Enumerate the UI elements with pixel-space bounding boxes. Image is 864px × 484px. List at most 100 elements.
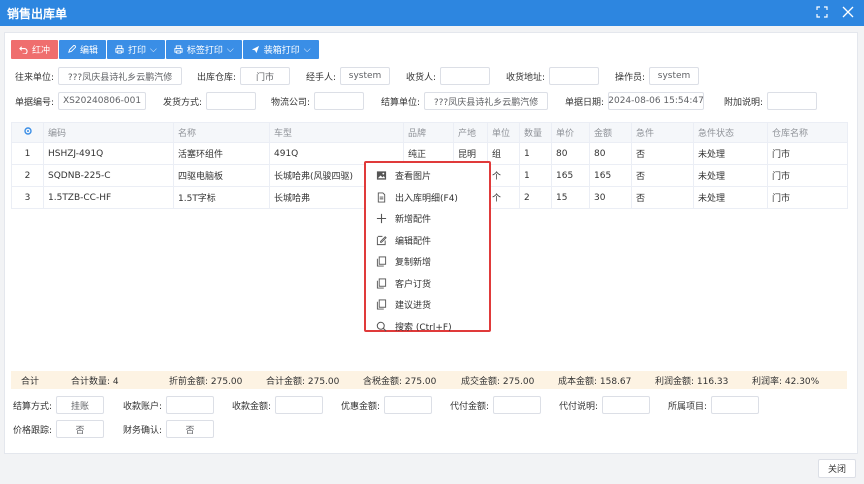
menu-item-label: 建议进货 <box>395 301 432 312</box>
title-bar: 销售出库单 <box>0 0 864 26</box>
menu-item-suggest-purchase[interactable]: 建议进货 <box>366 294 489 316</box>
summary-pre-discount: 折前金额: 275.00 <box>169 376 243 387</box>
settle-method-input[interactable]: 挂账 <box>56 396 105 414</box>
logistics-input[interactable] <box>314 92 365 110</box>
cell: 门市 <box>767 164 848 187</box>
menu-item-edit-part[interactable]: 编辑配件 <box>366 230 489 252</box>
column-header[interactable]: 编码 <box>43 122 174 143</box>
maximize-icon[interactable] <box>816 6 828 18</box>
partner-field: 往来单位: ???凤庆县诗礼乡云鹏汽修 <box>15 67 183 85</box>
menu-item-label: 编辑配件 <box>395 236 432 247</box>
box-print-button[interactable]: 装箱打印 ⌵ <box>242 40 319 59</box>
summary-qty: 合计数量: 4 <box>71 376 119 387</box>
cell: 个 <box>487 164 520 187</box>
close-icon[interactable] <box>842 6 854 18</box>
operator-field: 操作员: system <box>615 67 700 85</box>
proxy-amount-label: 代付金额: <box>450 401 490 412</box>
proxy-note-label: 代付说明: <box>559 401 599 412</box>
column-header[interactable]: 名称 <box>173 122 270 143</box>
menu-item-customer-order[interactable]: 客户订货 <box>366 273 489 295</box>
search-icon <box>376 321 387 332</box>
menu-item-label: 搜索 (Ctrl+F) <box>395 322 452 333</box>
settle-method-label: 结算方式: <box>13 401 53 412</box>
finance-label: 财务确认: <box>123 425 163 436</box>
edit-icon <box>376 235 387 245</box>
label-print-button[interactable]: 标签打印 ⌵ <box>165 40 242 59</box>
table-header-row: 编码 名称 车型 品牌 产地 单位 数量 单价 金额 急件 急件状态 仓库名称 <box>11 122 848 143</box>
cell: 未处理 <box>693 186 768 209</box>
column-header[interactable]: 品牌 <box>403 122 454 143</box>
date-field: 单据日期: 2024-08-06 15:54:47 <box>565 92 705 110</box>
docno-input[interactable]: XS20240806-001 <box>58 92 147 110</box>
cell: 否 <box>631 142 694 165</box>
menu-item-add-part[interactable]: 新增配件 <box>366 208 489 230</box>
docno-field: 单据编号: XS20240806-001 <box>15 92 147 110</box>
menu-item-stock-detail[interactable]: 出入库明细(F4) <box>366 187 489 209</box>
project-field: 所属项目: <box>668 396 760 414</box>
settle-input[interactable]: ???凤庆县诗礼乡云鹏汽修 <box>424 92 549 110</box>
received-input[interactable] <box>275 396 324 414</box>
account-input[interactable] <box>166 396 215 414</box>
menu-item-view-image[interactable]: 查看图片 <box>366 165 489 187</box>
docno-label: 单据编号: <box>15 97 55 108</box>
receiver-input[interactable] <box>440 67 491 85</box>
label-print-button-label: 标签打印 <box>186 46 223 56</box>
date-label: 单据日期: <box>565 97 605 108</box>
toolbar: 红冲 编辑 打印 ⌵ 标签打印 ⌵ 装箱打印 ⌵ <box>11 40 319 59</box>
cell: 否 <box>631 186 694 209</box>
handler-input[interactable]: system <box>340 67 391 85</box>
discount-input[interactable] <box>384 396 433 414</box>
project-input[interactable] <box>711 396 760 414</box>
column-header[interactable]: 单价 <box>551 122 590 143</box>
operator-input[interactable]: system <box>649 67 700 85</box>
cell: 否 <box>631 164 694 187</box>
ship-label: 发货方式: <box>163 97 203 108</box>
settle-field: 结算单位: ???凤庆县诗礼乡云鹏汽修 <box>381 92 549 110</box>
column-header[interactable]: 产地 <box>453 122 488 143</box>
menu-item-search[interactable]: 搜索 (Ctrl+F) <box>366 316 489 338</box>
column-header[interactable]: 仓库名称 <box>767 122 848 143</box>
undo-icon <box>19 46 28 54</box>
finance-input[interactable]: 否 <box>166 420 215 438</box>
received-field: 收款金额: <box>232 396 324 414</box>
handler-field: 经手人: system <box>306 67 391 85</box>
close-button[interactable]: 关闭 <box>818 459 856 478</box>
note-label: 附加说明: <box>724 97 764 108</box>
cell: 165 <box>551 164 590 187</box>
column-header[interactable]: 车型 <box>269 122 404 143</box>
address-label: 收货地址: <box>506 72 546 83</box>
operator-label: 操作员: <box>615 72 646 83</box>
column-header[interactable]: 急件 <box>631 122 694 143</box>
proxy-note-input[interactable] <box>602 396 651 414</box>
column-header[interactable]: 数量 <box>519 122 552 143</box>
date-input[interactable]: 2024-08-06 15:54:47 <box>608 92 705 110</box>
note-input[interactable] <box>767 92 818 110</box>
print-button[interactable]: 打印 ⌵ <box>107 40 165 59</box>
document-icon <box>377 192 386 203</box>
receiver-field: 收货人: <box>406 67 491 85</box>
reverse-button[interactable]: 红冲 <box>11 40 59 59</box>
logistics-label: 物流公司: <box>271 97 311 108</box>
summary-profit-rate: 利润率: 42.30% <box>752 376 820 387</box>
project-label: 所属项目: <box>668 401 708 412</box>
proxy-amount-input[interactable] <box>493 396 542 414</box>
address-input[interactable] <box>549 67 600 85</box>
reverse-button-label: 红冲 <box>32 46 51 56</box>
cell: HSHZJ-491Q <box>43 142 174 165</box>
partner-input[interactable]: ???凤庆县诗礼乡云鹏汽修 <box>58 67 183 85</box>
menu-item-label: 新增配件 <box>395 215 432 226</box>
price-track-input[interactable]: 否 <box>56 420 105 438</box>
column-header[interactable]: 单位 <box>487 122 520 143</box>
account-label: 收款账户: <box>123 401 163 412</box>
cell: 未处理 <box>693 142 768 165</box>
cell: 未处理 <box>693 164 768 187</box>
edit-button[interactable]: 编辑 <box>59 40 107 59</box>
cell: SQDNB-225-C <box>43 164 174 187</box>
column-header[interactable]: 急件状态 <box>693 122 768 143</box>
column-settings-icon[interactable] <box>11 122 44 143</box>
warehouse-input[interactable]: 门市 <box>240 67 291 85</box>
menu-item-copy-add[interactable]: 复制新增 <box>366 251 489 273</box>
column-header[interactable]: 金额 <box>589 122 632 143</box>
ship-input[interactable] <box>206 92 257 110</box>
discount-field: 优惠金额: <box>341 396 433 414</box>
